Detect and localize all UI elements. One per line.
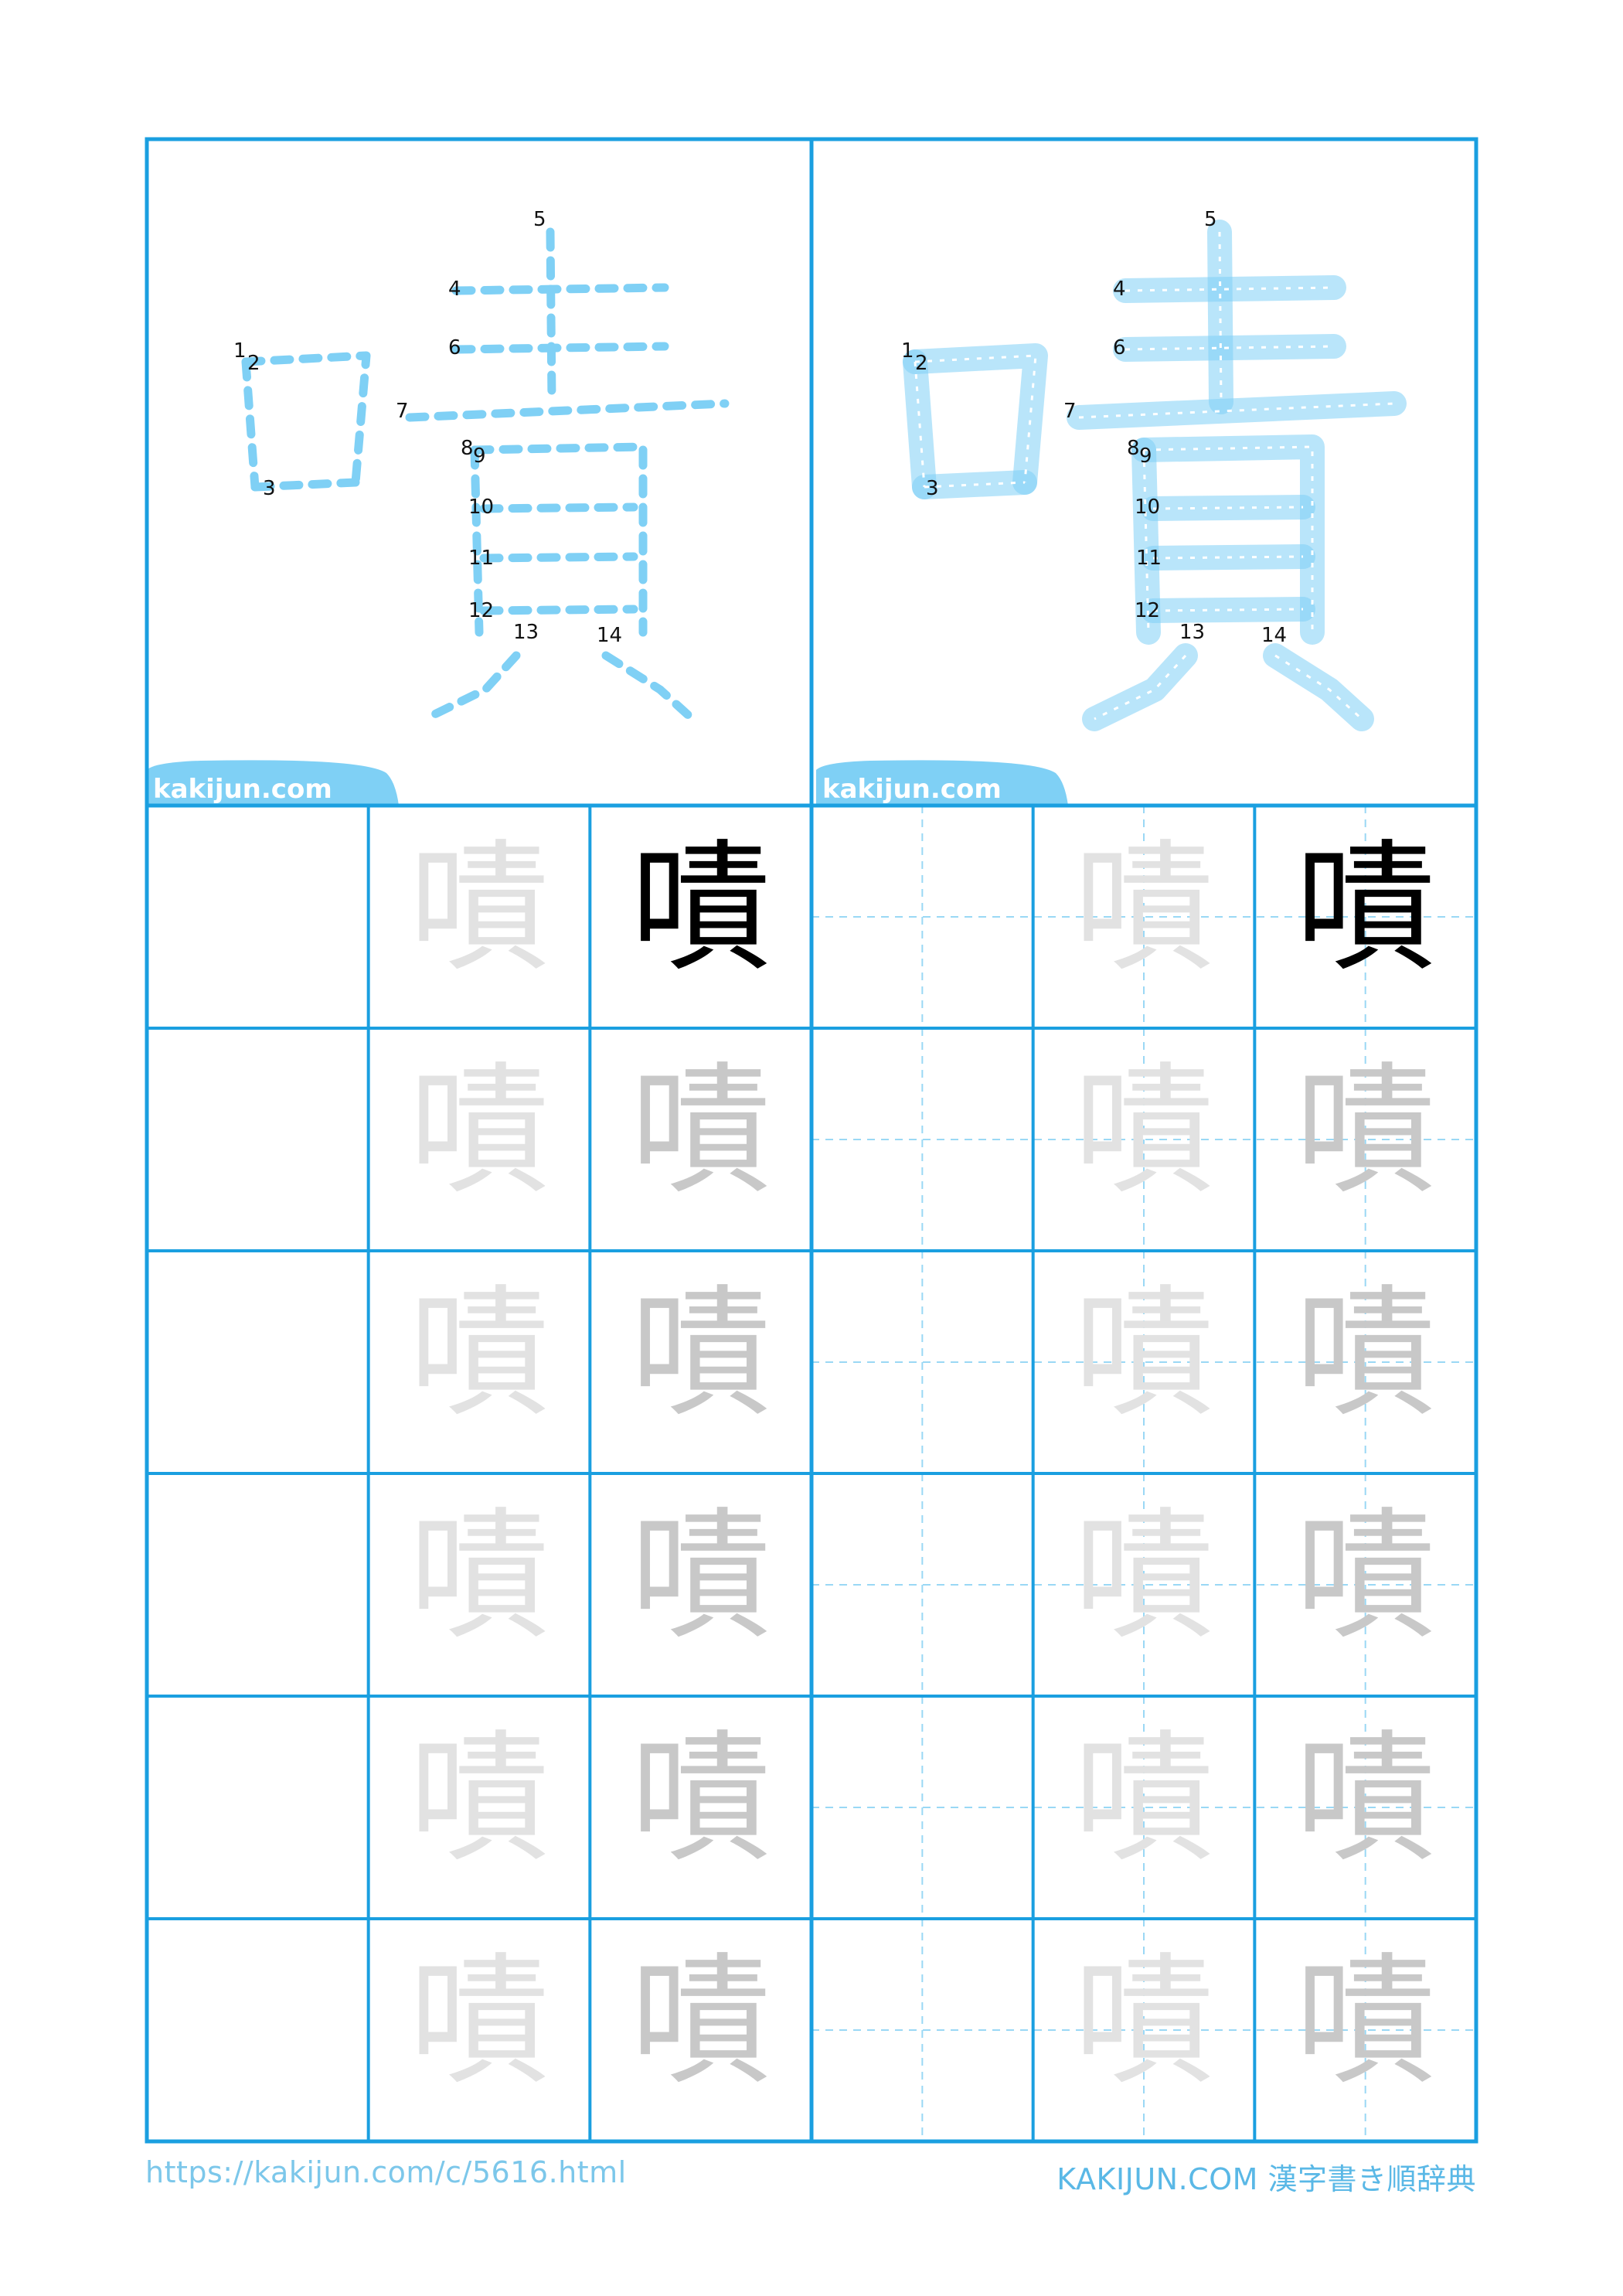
trace-kanji: 嘖: [409, 1717, 550, 1881]
trace-kanji: 嘖: [631, 1494, 771, 1658]
model-kanji: 嘖: [631, 826, 771, 990]
trace-kanji: 嘖: [1073, 826, 1214, 990]
stroke-number: 10: [1135, 496, 1160, 519]
trace-kanji: 嘖: [1295, 1049, 1436, 1213]
stroke-number: 1: [233, 339, 247, 363]
stroke-number: 13: [1179, 621, 1205, 644]
watermark-label: kakijun.com: [153, 774, 332, 805]
trace-kanji: 嘖: [631, 1940, 771, 2104]
stroke-number: 11: [468, 547, 494, 570]
filled-stroke-paths: [915, 232, 1394, 719]
stroke-number: 6: [1113, 336, 1126, 359]
site-brand: KAKIJUN.COM 漢字書き順辞典: [1056, 2162, 1476, 2196]
stroke-number: 2: [915, 352, 928, 375]
trace-kanji: 嘖: [409, 1272, 550, 1436]
trace-kanji: 嘖: [1073, 1272, 1214, 1436]
stroke-number: 3: [263, 477, 276, 500]
stroke-number: 5: [533, 208, 546, 231]
trace-kanji: 嘖: [409, 1049, 550, 1213]
model-kanji: 嘖: [1295, 826, 1436, 990]
trace-kanji: 嘖: [1295, 1494, 1436, 1658]
trace-kanji: 嘖: [1073, 1940, 1214, 2104]
dashed-stroke-paths: [246, 232, 725, 719]
trace-kanji: 嘖: [409, 1494, 550, 1658]
source-url[interactable]: https://kakijun.com/c/5616.html: [145, 2155, 627, 2189]
trace-kanji: 嘖: [1295, 1940, 1436, 2104]
stroke-number: 14: [1261, 624, 1287, 647]
trace-kanji: 嘖: [409, 826, 550, 990]
trace-kanji: 嘖: [1295, 1272, 1436, 1436]
stroke-number: 10: [468, 496, 494, 519]
kanji-practice-sheet: 1 2 3 4 5 6 7 8 9 10 11 12 13 14 kakijun…: [145, 137, 1478, 2144]
stroke-number-labels: 1 2 3 4 5 6 7 8 9 10 11 12 13 14: [233, 208, 622, 647]
stroke-order-panel-filled: 1 2 3 4 5 6 7 8 9 10 11 12 13 14 kakijun…: [816, 208, 1394, 806]
trace-kanji: 嘖: [631, 1717, 771, 1881]
trace-kanji: 嘖: [631, 1272, 771, 1436]
stroke-number: 11: [1136, 547, 1162, 570]
trace-kanji: 嘖: [631, 1049, 771, 1213]
stroke-order-panel-dashed: 1 2 3 4 5 6 7 8 9 10 11 12 13 14 kakijun…: [147, 208, 725, 806]
stroke-number: 12: [468, 599, 494, 622]
stroke-number: 8: [461, 437, 474, 460]
stroke-number: 2: [247, 352, 260, 375]
trace-kanji: 嘖: [409, 1940, 550, 2104]
stroke-number: 3: [926, 477, 939, 500]
watermark-label: kakijun.com: [822, 774, 1002, 805]
stroke-number: 14: [597, 624, 622, 647]
stroke-number: 9: [473, 445, 486, 468]
trace-kanji: 嘖: [1073, 1717, 1214, 1881]
stroke-number: 7: [1063, 400, 1077, 423]
stroke-number: 6: [448, 336, 461, 359]
stroke-number: 8: [1127, 437, 1140, 460]
stroke-number: 13: [513, 621, 539, 644]
stroke-number: 9: [1139, 445, 1152, 468]
stroke-number: 4: [448, 278, 461, 301]
stroke-number: 5: [1204, 208, 1217, 231]
stroke-number: 12: [1135, 599, 1160, 622]
stroke-number: 7: [396, 400, 409, 423]
trace-kanji: 嘖: [1073, 1494, 1214, 1658]
trace-kanji: 嘖: [1073, 1049, 1214, 1213]
stroke-number: 4: [1113, 278, 1126, 301]
stroke-number: 1: [901, 339, 914, 363]
trace-kanji: 嘖: [1295, 1717, 1436, 1881]
